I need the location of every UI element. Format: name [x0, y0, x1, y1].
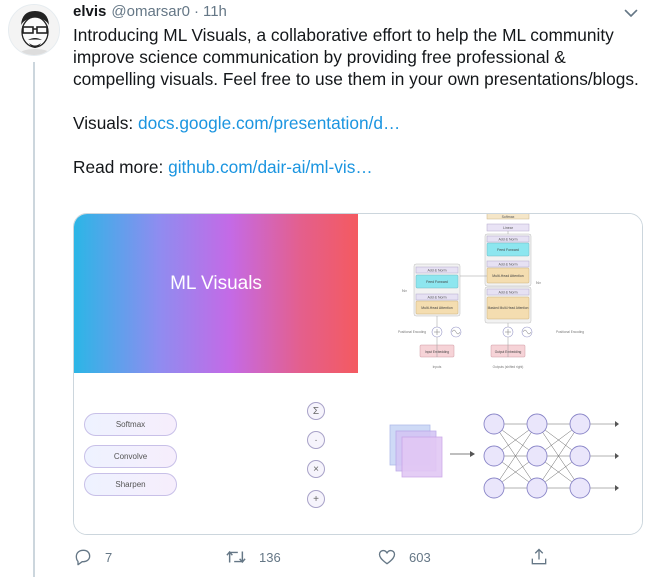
timestamp[interactable]: 11h	[203, 3, 227, 20]
visuals-link[interactable]: docs.google.com/presentation/d…	[138, 113, 400, 133]
readmore-link[interactable]: github.com/dair-ai/ml-vis…	[168, 157, 373, 177]
t-nx-left: N×	[402, 288, 408, 293]
media-tile-neural-network[interactable]	[360, 375, 642, 534]
retweet-button[interactable]: 136	[225, 543, 281, 571]
plus-icon: +	[307, 490, 325, 508]
tweet-intro: Introducing ML Visuals, a collaborative …	[73, 25, 639, 89]
author-name[interactable]: elvis	[73, 3, 106, 20]
t-mha-1: Multi-Head Attention	[492, 274, 524, 278]
chevron-down-icon[interactable]	[619, 4, 643, 22]
t-addnorm-2: Add & Norm	[498, 263, 517, 267]
media-tile-operations[interactable]: Softmax Convolve Sharpen Σ · × +	[74, 375, 358, 534]
media-divider-horizontal	[74, 373, 642, 375]
sum-icon: Σ	[307, 402, 325, 420]
dot-icon: ·	[307, 431, 325, 449]
reply-count: 7	[105, 549, 113, 565]
media-grid: ML Visuals Softmax Linear Add & Norm Fee…	[73, 213, 643, 535]
avatar[interactable]	[8, 4, 60, 56]
readmore-label: Read more:	[73, 157, 164, 177]
pill-softmax: Softmax	[84, 413, 177, 436]
separator-dot: ·	[193, 2, 199, 20]
media-tile-ml-visuals[interactable]: ML Visuals	[74, 214, 358, 373]
t-addnorm-4: Add & Norm	[427, 269, 446, 273]
t-mha-2: Multi-Head Attention	[421, 306, 453, 310]
t-nx-right: N×	[536, 280, 542, 285]
reply-button[interactable]: 7	[73, 543, 112, 571]
pill-convolve: Convolve	[84, 445, 177, 468]
t-softmax: Softmax	[502, 215, 515, 219]
share-button[interactable]	[529, 543, 549, 571]
neural-network-diagram	[389, 413, 619, 499]
pill-sharpen: Sharpen	[84, 473, 177, 496]
tweet-body: elvis @omarsar0 · 11h Introducing ML Vis…	[73, 0, 643, 178]
reply-icon	[73, 547, 93, 567]
tweet-header: elvis @omarsar0 · 11h	[73, 0, 643, 22]
ml-visuals-title: ML Visuals	[170, 273, 262, 294]
t-pos-enc-left: Positional Encoding	[398, 330, 426, 334]
author-handle[interactable]: @omarsar0	[111, 3, 190, 20]
tweet-text: Introducing ML Visuals, a collaborative …	[73, 24, 639, 178]
thread-line	[33, 62, 35, 577]
t-linear: Linear	[503, 226, 514, 230]
media-tile-transformer[interactable]: Softmax Linear Add & Norm Feed Forward A…	[360, 214, 642, 373]
multiply-icon: ×	[307, 460, 325, 478]
visuals-line: Visuals: docs.google.com/presentation/d…	[73, 112, 639, 134]
t-addnorm-3: Add & Norm	[498, 291, 517, 295]
t-pos-enc-right: Positional Encoding	[556, 330, 584, 334]
t-ff-2: Feed Forward	[426, 280, 448, 284]
avatar-illustration	[9, 5, 59, 55]
heart-icon	[377, 547, 397, 567]
visuals-label: Visuals:	[73, 113, 134, 133]
t-inputs: Inputs	[433, 365, 442, 369]
transformer-diagram: Softmax Linear Add & Norm Feed Forward A…	[398, 214, 584, 369]
t-outputs: Outputs (shifted right)	[493, 365, 524, 369]
t-ff-1: Feed Forward	[497, 248, 519, 252]
retweet-icon	[225, 547, 247, 567]
like-button[interactable]: 603	[377, 543, 431, 571]
like-count: 603	[409, 549, 431, 565]
readmore-line: Read more: github.com/dair-ai/ml-vis…	[73, 156, 639, 178]
retweet-count: 136	[259, 549, 281, 565]
t-masked-mha: Masked Multi-Head Attention	[488, 306, 529, 310]
tweet-actions: 7 136 603	[73, 543, 553, 571]
share-icon	[529, 547, 549, 567]
t-addnorm-5: Add & Norm	[427, 296, 446, 300]
t-addnorm-1: Add & Norm	[498, 238, 517, 242]
